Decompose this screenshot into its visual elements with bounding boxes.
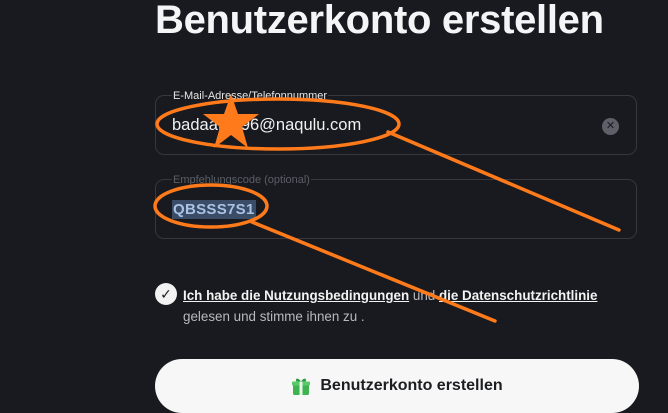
referral-code-field[interactable]: Empfehlungscode (optional) QBSSS7S1 bbox=[155, 173, 637, 239]
email-field[interactable]: E-Mail-Adresse/Telefonnummer badaaf2296@… bbox=[155, 89, 637, 155]
page-title: Benutzerkonto erstellen bbox=[155, 0, 604, 42]
email-field-label: E-Mail-Adresse/Telefonnummer bbox=[172, 89, 329, 103]
terms-of-use-link[interactable]: Ich habe die Nutzungsbedingungen bbox=[183, 288, 409, 303]
terms-text: Ich habe die Nutzungsbedingungen und die… bbox=[183, 285, 653, 327]
referral-code-value[interactable]: QBSSS7S1 bbox=[172, 200, 256, 219]
terms-and-text: und bbox=[412, 288, 436, 303]
gift-icon bbox=[292, 378, 311, 395]
referral-code-value-wrap[interactable]: QBSSS7S1 bbox=[172, 200, 256, 219]
terms-checkbox[interactable]: ✓ bbox=[155, 283, 177, 305]
referral-code-label: Empfehlungscode (optional) bbox=[172, 173, 311, 187]
terms-suffix-text: gelesen und stimme ihnen zu . bbox=[183, 309, 365, 324]
create-account-button-label: Benutzerkonto erstellen bbox=[320, 377, 503, 394]
privacy-policy-link[interactable]: die Datenschutzrichtlinie bbox=[439, 288, 597, 303]
clear-icon[interactable]: ✕ bbox=[602, 118, 619, 135]
create-account-button[interactable]: Benutzerkonto erstellen bbox=[155, 359, 639, 413]
email-field-value[interactable]: badaaf2296@naqulu.com bbox=[172, 116, 361, 135]
